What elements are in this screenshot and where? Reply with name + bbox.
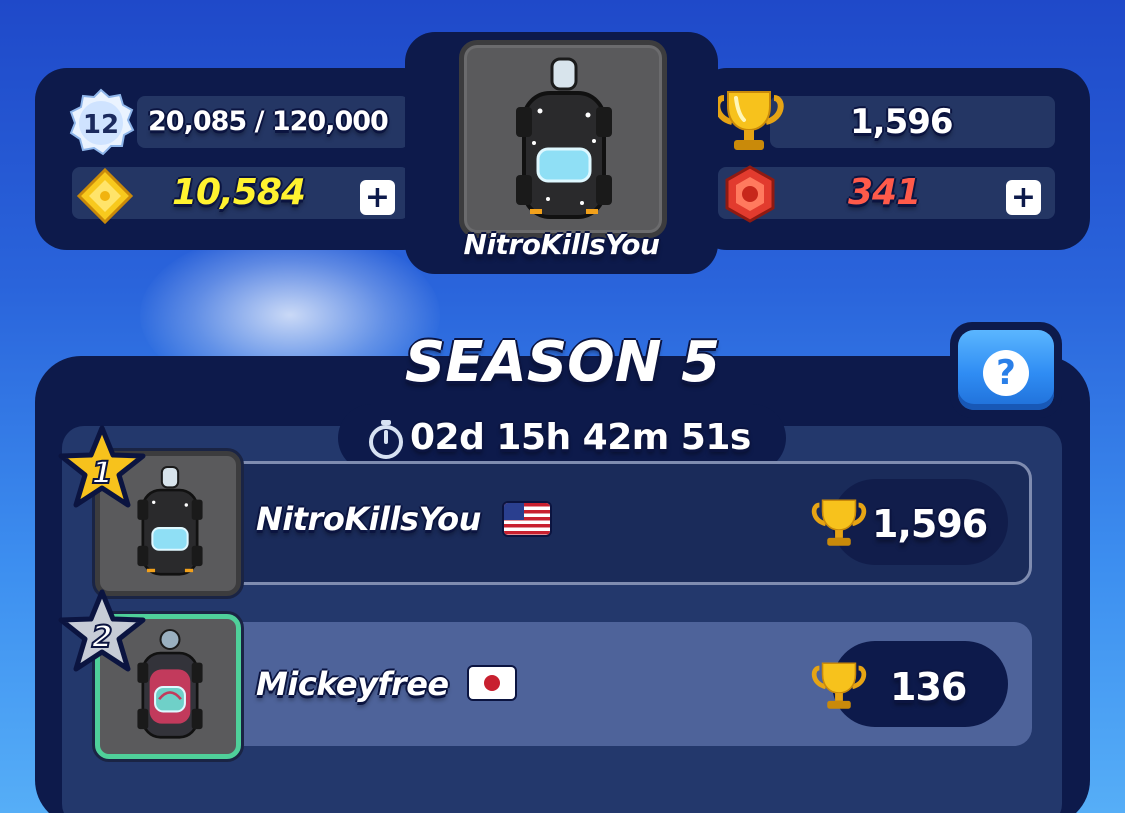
coin-icon <box>76 168 134 224</box>
profile-car-tile[interactable] <box>459 40 667 238</box>
coin-amount: 10,584 <box>172 172 306 213</box>
car-icon <box>516 57 612 219</box>
add-gems-button[interactable]: + <box>1006 180 1041 215</box>
trophy-icon <box>811 662 867 709</box>
player-name: NitroKillsYou <box>256 500 481 538</box>
jp-flag-icon <box>469 667 515 699</box>
help-icon[interactable]: ? <box>983 350 1029 396</box>
us-flag-icon <box>504 503 550 535</box>
level-badge-icon: 12 <box>69 88 135 156</box>
add-coins-button[interactable]: + <box>360 180 395 215</box>
player-name: Mickeyfree <box>256 665 449 703</box>
rank-number: 1 <box>92 456 113 491</box>
trophy-count: 1,596 <box>850 102 954 142</box>
player-trophies: 136 <box>890 665 967 709</box>
level-badge: 12 <box>66 88 136 158</box>
gem-icon <box>725 165 775 223</box>
gem-amount: 341 <box>848 172 921 213</box>
xp-progress-text: 20,085 / 120,000 <box>148 106 389 137</box>
silver-star-icon: 2 <box>58 589 146 672</box>
rank-number: 2 <box>92 620 113 655</box>
level-number: 12 <box>83 110 119 140</box>
stopwatch-icon <box>369 420 403 459</box>
player-trophies: 1,596 <box>872 502 988 546</box>
trophy-icon <box>714 91 784 150</box>
gold-star-icon: 1 <box>58 425 146 508</box>
season-timer: 02d 15h 42m 51s <box>410 417 751 458</box>
trophy-icon <box>811 499 867 546</box>
profile-name: NitroKillsYou <box>463 228 660 261</box>
